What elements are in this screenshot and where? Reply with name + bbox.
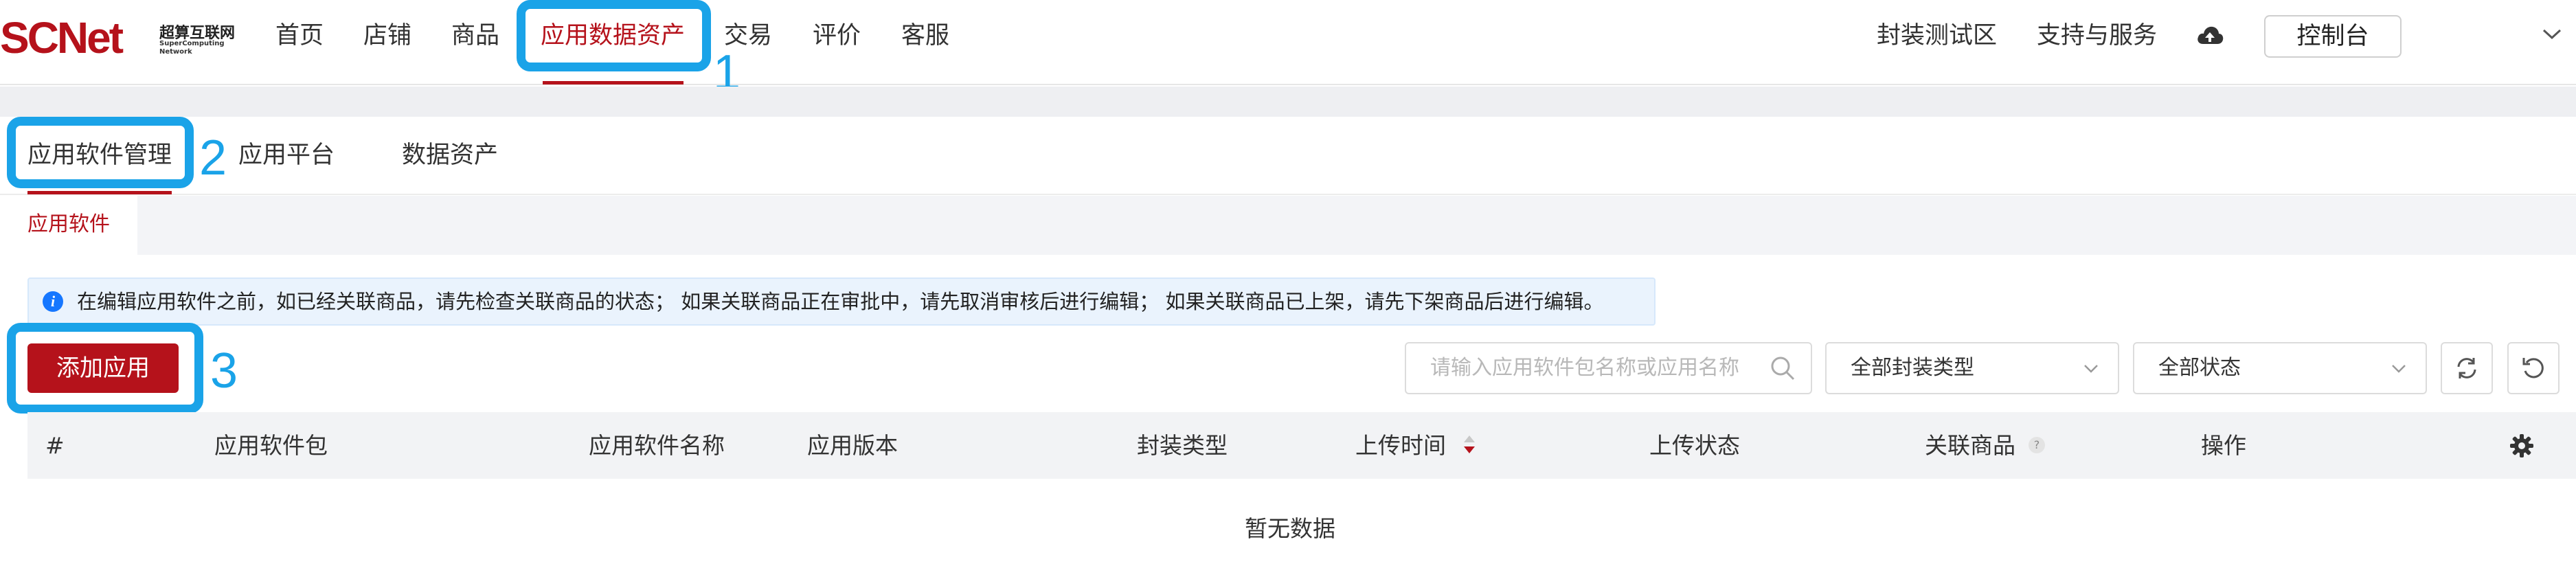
column-app-version: 应用版本 — [807, 432, 898, 459]
cloud-upload-icon[interactable] — [2195, 23, 2224, 48]
step-number-2: 2 — [199, 131, 227, 185]
nav-packaging-test-area[interactable]: 封装测试区 — [1877, 19, 1997, 52]
brand-en-name: SuperComputing Network — [159, 40, 225, 56]
column-upload-time[interactable]: 上传时间 — [1355, 431, 1446, 461]
column-upload-status: 上传状态 — [1649, 432, 1740, 459]
nav-store[interactable]: 店铺 — [363, 19, 411, 52]
reset-icon — [2522, 358, 2544, 378]
search-icon[interactable] — [1769, 354, 1796, 382]
chevron-down-icon — [2392, 365, 2406, 373]
tab-data-assets[interactable]: 数据资产 — [402, 139, 498, 172]
packaging-type-value: 全部封装类型 — [1851, 356, 1974, 380]
column-actions: 操作 — [2201, 432, 2246, 459]
search-placeholder: 请输入应用软件包名称或应用名称 — [1430, 356, 1739, 380]
status-value: 全部状态 — [2158, 356, 2241, 380]
nav-products[interactable]: 商品 — [451, 19, 499, 52]
nav-support-services[interactable]: 支持与服务 — [2037, 19, 2157, 52]
highlight-box-2 — [7, 117, 194, 188]
brand-logo[interactable]: SCNet — [0, 14, 124, 62]
column-index: # — [45, 432, 65, 459]
subtab-label: 应用软件 — [27, 212, 110, 236]
column-linked-products: 关联商品 — [1925, 432, 2015, 459]
tab-active-underline — [27, 191, 172, 194]
page-separator — [0, 87, 2576, 117]
tabs-bar — [0, 117, 2576, 195]
column-packaging-type: 封装类型 — [1137, 432, 1228, 459]
step-number-3: 3 — [210, 343, 238, 398]
chevron-down-icon[interactable] — [2542, 27, 2562, 41]
nav-active-underline — [543, 81, 683, 84]
highlight-box-1 — [517, 0, 711, 71]
chevron-down-icon — [2084, 365, 2098, 373]
refresh-icon — [2457, 358, 2476, 378]
nav-home[interactable]: 首页 — [275, 19, 324, 52]
tab-app-platform[interactable]: 应用平台 — [238, 139, 335, 172]
settings-gear-icon[interactable] — [2509, 433, 2535, 459]
notice-text: 在编辑应用软件之前，如已经关联商品，请先检查关联商品的状态； 如果关联商品正在审… — [77, 290, 1604, 313]
column-app-name: 应用软件名称 — [589, 432, 725, 459]
table-header — [27, 412, 2576, 479]
sort-icon[interactable] — [1462, 433, 1477, 456]
highlight-box-3 — [7, 323, 203, 414]
empty-state-text: 暂无数据 — [1245, 515, 1335, 542]
help-icon[interactable]: ? — [2029, 437, 2045, 453]
subtab-strip — [0, 196, 2576, 255]
column-app-package: 应用软件包 — [214, 432, 328, 459]
console-button[interactable]: 控制台 — [2264, 15, 2402, 58]
nav-reviews[interactable]: 评价 — [813, 19, 861, 52]
info-icon: i — [43, 291, 63, 312]
nav-customer-service[interactable]: 客服 — [901, 19, 949, 52]
